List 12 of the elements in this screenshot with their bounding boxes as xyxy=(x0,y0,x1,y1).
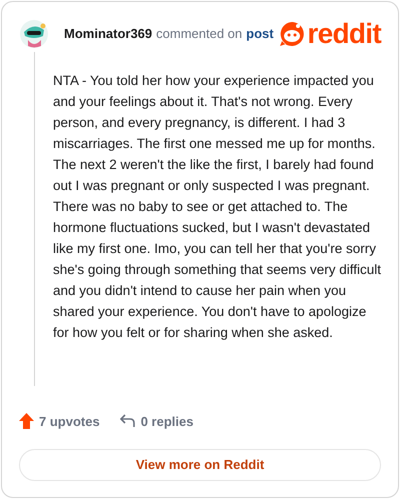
upvote-icon[interactable] xyxy=(19,413,34,430)
author-name[interactable]: Mominator369 xyxy=(64,24,152,44)
post-link[interactable]: post xyxy=(246,24,274,44)
reply-count: 0 replies xyxy=(140,412,194,431)
snoo-logo-icon xyxy=(279,21,306,47)
reply-icon[interactable] xyxy=(120,414,136,428)
action-text: commented on xyxy=(156,25,242,44)
reddit-wordmark: reddit xyxy=(307,20,381,48)
avatar-icon xyxy=(19,18,49,50)
view-more-button[interactable]: View more on Reddit xyxy=(19,449,381,481)
comment-body: NTA - You told her how your experience impacted you and your feelings about it. That's not wrong. Every person, and every pregnancy, is different. I had 3 miscarriages. The first one messed me up for months. The next 2 weren't the like the first, I barely had found out I was pregnant or only suspected I was pregnant. There was no baby to see or get attached to. The hormone fluctuations sucked, but I wasn't devastated like my first one. Imo, you can tell her that you're sorry she's going through something that seems very difficult and you didn't intend to cause her pain when you shared your experience. You don't have to apologize for how you felt or for sharing when she asked. xyxy=(53,72,382,342)
upvote-count: 7 upvotes xyxy=(39,412,100,431)
